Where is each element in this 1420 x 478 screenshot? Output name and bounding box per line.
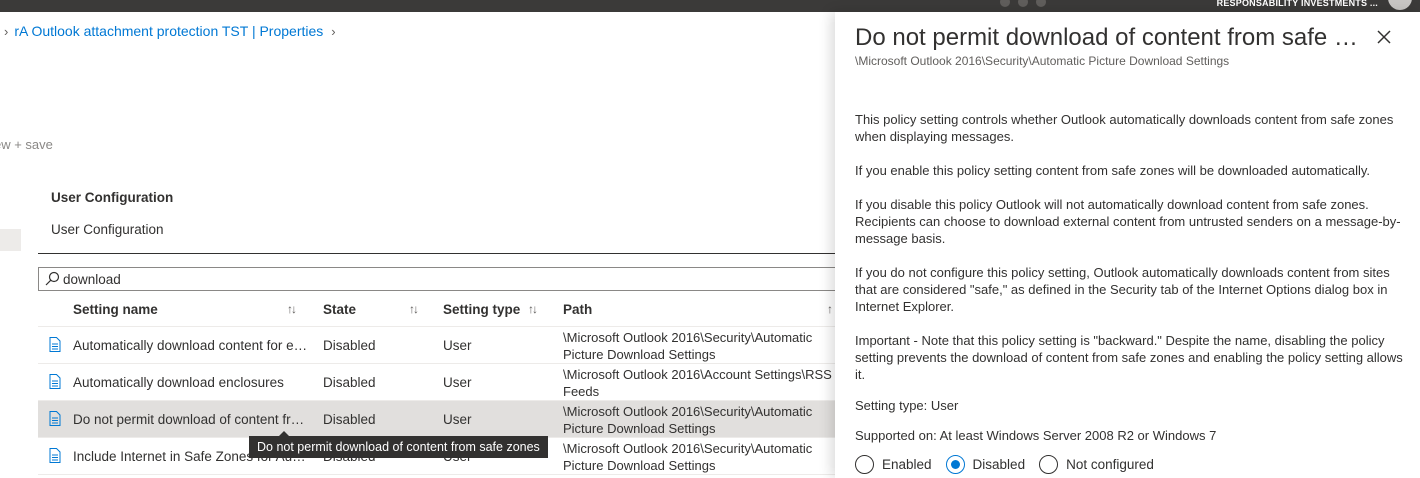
column-header-state[interactable]: State: [323, 302, 356, 317]
search-box[interactable]: [38, 267, 838, 291]
setting-path: \Microsoft Outlook 2016\Account Settings…: [563, 367, 832, 399]
radio-circle-enabled[interactable]: [855, 455, 874, 474]
radio-not-configured[interactable]: Not configured: [1039, 455, 1154, 474]
setting-name[interactable]: Do not permit download of content from s…: [73, 412, 309, 427]
supported-on-label: Supported on: At least Windows Server 20…: [855, 428, 1217, 443]
panel-path: \Microsoft Outlook 2016\Security\Automat…: [855, 54, 1230, 68]
search-icon: [45, 271, 60, 286]
settings-icon[interactable]: [1018, 0, 1028, 7]
setting-state: Disabled: [323, 375, 376, 390]
radio-disabled[interactable]: Disabled: [945, 455, 1026, 474]
setting-state: Disabled: [323, 412, 376, 427]
wizard-step-review-save[interactable]: ew + save: [0, 137, 53, 152]
radio-label-enabled: Enabled: [882, 457, 932, 472]
sort-icon[interactable]: ↑↓: [409, 302, 419, 316]
radio-circle-not-configured[interactable]: [1039, 455, 1059, 474]
sort-icon[interactable]: ↑: [827, 302, 833, 316]
panel-title: Do not permit download of content from s…: [855, 24, 1360, 51]
notification-icon[interactable]: [1000, 0, 1010, 7]
sort-icon[interactable]: ↑↓: [528, 302, 538, 316]
table-row[interactable]: Automatically download content for e-mai…: [38, 327, 838, 364]
radio-enabled[interactable]: Enabled: [855, 455, 932, 474]
tooltip: Do not permit download of content from s…: [249, 431, 548, 458]
state-radio-group: Enabled Disabled Not configured: [855, 455, 1168, 474]
help-icon[interactable]: [1036, 0, 1046, 7]
document-icon: [49, 448, 61, 463]
document-icon: [49, 374, 61, 389]
radio-circle-disabled[interactable]: [945, 455, 965, 474]
description-paragraph: If you do not configure this policy sett…: [855, 265, 1390, 314]
section-subtitle: User Configuration: [51, 222, 164, 237]
close-icon[interactable]: [1375, 28, 1393, 46]
setting-type-label: Setting type: User: [855, 398, 959, 413]
setting-name[interactable]: Automatically download content for e-mai…: [73, 338, 309, 353]
setting-path: \Microsoft Outlook 2016\Security\Automat…: [563, 330, 813, 362]
avatar[interactable]: [1388, 0, 1412, 10]
search-input[interactable]: [63, 270, 763, 288]
setting-name[interactable]: Automatically download enclosures: [73, 375, 309, 390]
description-paragraph: If you enable this policy setting conten…: [855, 163, 1370, 178]
description-paragraph: Important - Note that this policy settin…: [855, 333, 1403, 382]
column-header-path[interactable]: Path: [563, 302, 592, 317]
sort-icon[interactable]: ↑↓: [287, 302, 297, 316]
table-row-selected[interactable]: Do not permit download of content from s…: [38, 401, 838, 438]
setting-type: User: [443, 338, 472, 353]
chevron-right-icon: ›: [4, 24, 9, 39]
column-header-setting-type[interactable]: Setting type: [443, 302, 520, 317]
description-paragraph: This policy setting controls whether Out…: [855, 112, 1394, 144]
top-bar-icons[interactable]: [1000, 0, 1070, 7]
description-paragraph: If you disable this policy Outlook will …: [855, 197, 1401, 246]
setting-type: User: [443, 412, 472, 427]
divider: [38, 253, 838, 254]
document-icon: [49, 411, 61, 426]
radio-label-disabled: Disabled: [972, 457, 1026, 472]
setting-state: Disabled: [323, 338, 376, 353]
table-row[interactable]: Automatically download enclosures Disabl…: [38, 364, 838, 401]
breadcrumb: › rA Outlook attachment protection TST | …: [0, 23, 342, 39]
section-title: User Configuration: [51, 190, 174, 205]
column-header-setting-name[interactable]: Setting name: [73, 302, 158, 317]
setting-details-panel: Do not permit download of content from s…: [835, 12, 1420, 478]
breadcrumb-link-properties[interactable]: rA Outlook attachment protection TST | P…: [14, 23, 323, 39]
chevron-right-icon: ›: [331, 24, 336, 39]
tenant-name: RESPONSABILITY INVESTMENTS ...: [1216, 0, 1378, 8]
top-bar: RESPONSABILITY INVESTMENTS ...: [0, 0, 1420, 12]
radio-label-not-configured: Not configured: [1066, 457, 1154, 472]
setting-path: \Microsoft Outlook 2016\Security\Automat…: [563, 404, 813, 436]
setting-type: User: [443, 375, 472, 390]
table-header: Setting name ↑↓ State ↑↓ Setting type ↑↓…: [38, 293, 838, 327]
setting-path: \Microsoft Outlook 2016\Security\Automat…: [563, 441, 813, 473]
document-icon: [49, 337, 61, 352]
sidebar-selected-item[interactable]: [0, 229, 21, 251]
